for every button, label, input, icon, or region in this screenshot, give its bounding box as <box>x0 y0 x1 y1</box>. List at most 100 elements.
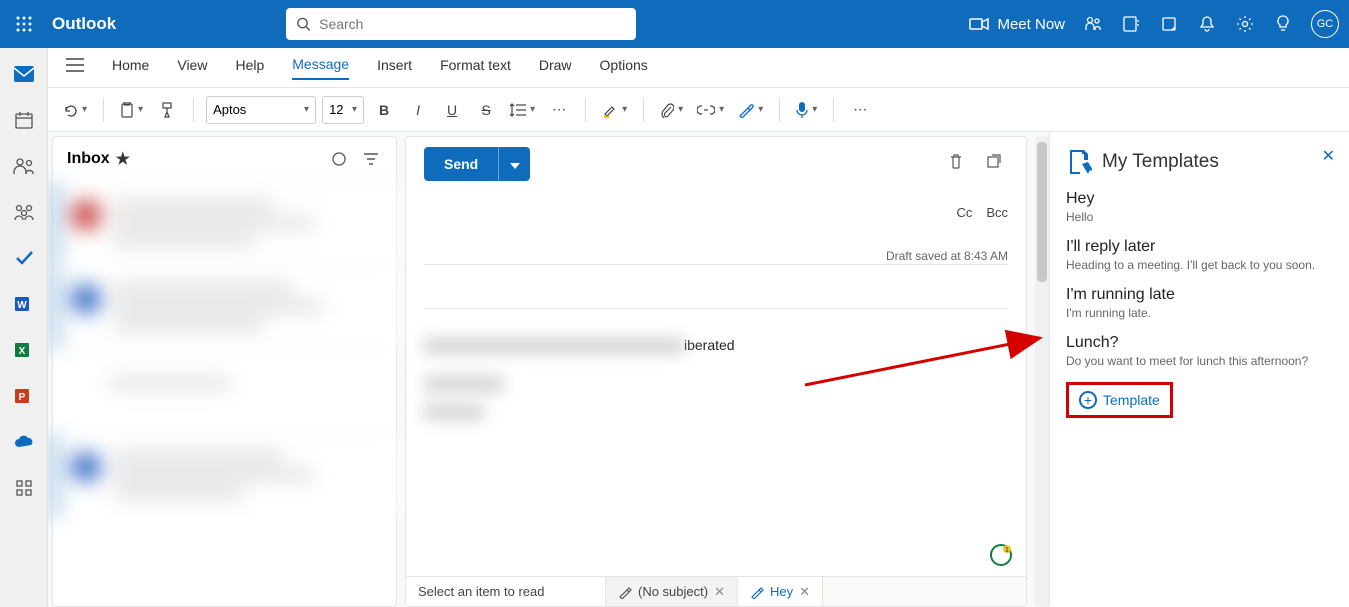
inbox-list: Inbox ★ <box>52 136 397 607</box>
svg-text:W: W <box>17 300 27 311</box>
line-spacing-button[interactable]: ▾ <box>506 95 539 125</box>
underline-button[interactable]: U <box>438 95 466 125</box>
bottom-tabs: Select an item to read (No subject) ✕ He… <box>406 576 1026 606</box>
ribbon-more-button[interactable]: ⋯ <box>846 95 874 125</box>
paste-button[interactable]: ▾ <box>116 95 147 125</box>
svg-text:1: 1 <box>1005 547 1009 554</box>
close-icon[interactable]: ✕ <box>714 584 725 600</box>
format-painter-button[interactable] <box>153 95 181 125</box>
more-apps-rail-icon[interactable] <box>12 476 36 500</box>
undo-button[interactable]: ▾ <box>58 95 91 125</box>
menu-view[interactable]: View <box>177 57 207 79</box>
message-item[interactable] <box>53 265 396 349</box>
bcc-button[interactable]: Bcc <box>986 205 1008 220</box>
menu-home[interactable]: Home <box>112 57 149 79</box>
font-size-select[interactable]: 12▾ <box>322 96 364 124</box>
bold-button[interactable]: B <box>370 95 398 125</box>
filter-icon[interactable] <box>360 148 382 170</box>
cc-button[interactable]: Cc <box>956 205 972 220</box>
message-body[interactable]: iberated <box>406 309 1026 447</box>
draft-status: Draft saved at 8:43 AM <box>886 249 1008 263</box>
editor-badge-icon[interactable]: 1 <box>990 544 1012 566</box>
bell-icon[interactable] <box>1197 14 1217 34</box>
scroll-thumb[interactable] <box>1037 142 1047 282</box>
search-icon <box>296 16 311 32</box>
menu-tabs: Home View Help Message Insert Format tex… <box>48 48 1349 88</box>
bottom-placeholder: Select an item to read <box>406 577 606 606</box>
top-bar: Outlook Meet Now GC <box>0 0 1349 48</box>
italic-button[interactable]: I <box>404 95 432 125</box>
message-item[interactable] <box>53 181 396 265</box>
font-name-select[interactable]: Aptos▾ <box>206 96 316 124</box>
compose-pane: Send Cc Bcc Draft saved at 8:43 AM ibera… <box>405 136 1027 607</box>
templates-panel: My Templates ✕ Hey Hello I'll reply late… <box>1049 132 1349 607</box>
mail-rail-icon[interactable] <box>12 62 36 86</box>
calendar-rail-icon[interactable] <box>12 108 36 132</box>
menu-message[interactable]: Message <box>292 56 349 80</box>
scrollbar[interactable] <box>1035 136 1049 607</box>
link-button[interactable]: ▾ <box>693 95 728 125</box>
templates-icon <box>1066 148 1092 176</box>
todo-rail-icon[interactable] <box>12 246 36 270</box>
template-item[interactable]: I'll reply later Heading to a meeting. I… <box>1066 238 1333 272</box>
close-icon[interactable]: ✕ <box>1322 146 1335 166</box>
strikethrough-button[interactable]: S <box>472 95 500 125</box>
menu-draw[interactable]: Draw <box>539 57 572 79</box>
message-item[interactable] <box>53 433 396 517</box>
send-button[interactable]: Send <box>424 147 498 181</box>
pencil-icon <box>618 585 632 599</box>
brand-label: Outlook <box>52 14 116 34</box>
signature-button[interactable]: ▾ <box>734 95 767 125</box>
bottom-tab-nosubject[interactable]: (No subject) ✕ <box>606 577 738 606</box>
onenote-icon[interactable] <box>1121 14 1141 34</box>
gear-icon[interactable] <box>1235 14 1255 34</box>
template-item[interactable]: I'm running late I'm running late. <box>1066 286 1333 320</box>
groups-rail-icon[interactable] <box>12 200 36 224</box>
select-all-icon[interactable] <box>328 148 350 170</box>
popout-icon[interactable] <box>980 147 1008 175</box>
template-item[interactable]: Lunch? Do you want to meet for lunch thi… <box>1066 334 1333 368</box>
message-item[interactable] <box>53 349 396 433</box>
menu-insert[interactable]: Insert <box>377 57 412 79</box>
left-rail: W X P <box>0 48 48 607</box>
menu-help[interactable]: Help <box>235 57 264 79</box>
powerpoint-rail-icon[interactable]: P <box>12 384 36 408</box>
people-rail-icon[interactable] <box>12 154 36 178</box>
menu-options[interactable]: Options <box>600 57 648 79</box>
search-box[interactable] <box>286 8 636 40</box>
attach-button[interactable]: ▾ <box>656 95 687 125</box>
inbox-title: Inbox <box>67 150 110 168</box>
discard-icon[interactable] <box>942 147 970 175</box>
templates-title: My Templates <box>1102 151 1219 173</box>
teams-icon[interactable] <box>1083 14 1103 34</box>
hamburger-icon[interactable] <box>66 58 84 77</box>
star-icon[interactable]: ★ <box>116 149 130 169</box>
menu-format-text[interactable]: Format text <box>440 57 511 79</box>
add-template-button[interactable]: + Template <box>1066 382 1173 418</box>
plus-icon: + <box>1079 391 1097 409</box>
lightbulb-icon[interactable] <box>1273 14 1293 34</box>
bottom-tab-hey[interactable]: Hey ✕ <box>738 577 823 606</box>
svg-text:X: X <box>18 346 25 357</box>
subject-field[interactable] <box>424 279 1008 309</box>
ribbon: ▾ ▾ Aptos▾ 12▾ B I U S ▾ ⋯ ▾ ▾ ▾ ▾ ▾ ⋯ <box>48 88 1349 132</box>
close-icon[interactable]: ✕ <box>799 584 810 600</box>
app-launcher-icon[interactable] <box>0 0 48 48</box>
template-item[interactable]: Hey Hello <box>1066 190 1333 224</box>
svg-text:P: P <box>18 392 25 403</box>
word-rail-icon[interactable]: W <box>12 292 36 316</box>
highlight-button[interactable]: ▾ <box>598 95 631 125</box>
onedrive-rail-icon[interactable] <box>12 430 36 454</box>
dictate-button[interactable]: ▾ <box>792 95 821 125</box>
avatar[interactable]: GC <box>1311 10 1339 38</box>
notes-icon[interactable] <box>1159 14 1179 34</box>
send-button-group: Send <box>424 147 530 181</box>
pencil-icon <box>750 585 764 599</box>
more-formatting-button[interactable]: ⋯ <box>545 95 573 125</box>
send-dropdown[interactable] <box>498 147 530 181</box>
search-input[interactable] <box>319 16 626 32</box>
meet-now-label: Meet Now <box>997 16 1065 33</box>
meet-now-button[interactable]: Meet Now <box>969 16 1065 33</box>
video-icon <box>969 17 989 31</box>
excel-rail-icon[interactable]: X <box>12 338 36 362</box>
